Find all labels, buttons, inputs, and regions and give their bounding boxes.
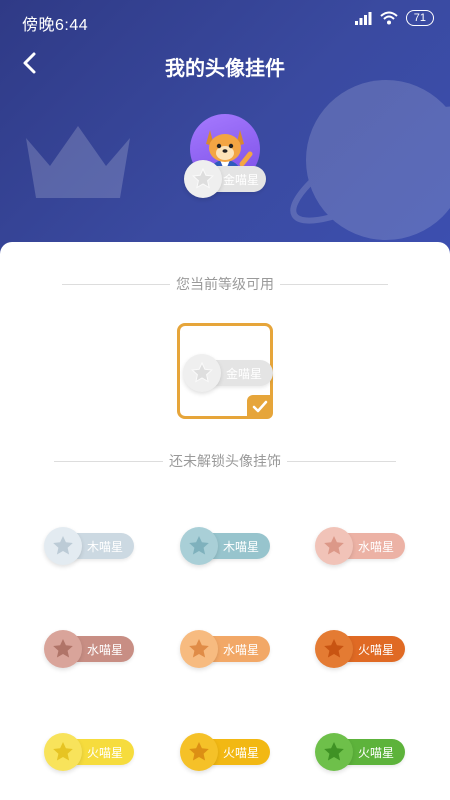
nav-header: 我的头像挂件	[0, 40, 450, 88]
badge-label: 火喵星	[357, 642, 394, 657]
badge-circle	[44, 527, 82, 565]
locked-pendant-badge[interactable]: 水喵星	[315, 527, 407, 565]
star-icon	[189, 742, 209, 761]
locked-pendant-badge[interactable]: 火喵星	[180, 733, 272, 771]
crown-decoration-icon	[26, 126, 130, 198]
badge-circle	[180, 630, 218, 668]
star-icon	[192, 167, 214, 189]
locked-pendant-badge[interactable]: 水喵星	[180, 630, 272, 668]
badge-label: 水喵星	[357, 539, 394, 554]
star-icon	[53, 536, 73, 555]
selected-pendant-card[interactable]: 金喵星	[177, 323, 273, 419]
current-avatar-badge: 金喵星	[184, 160, 266, 198]
badge-label: 火喵星	[222, 745, 259, 760]
divider-line	[54, 460, 163, 462]
badge-label: 水喵星	[222, 642, 259, 657]
badge-circle	[44, 733, 82, 771]
locked-pendant-badge[interactable]: 火喵星	[315, 733, 407, 771]
star-icon	[189, 639, 209, 658]
badge-label: 水喵星	[86, 642, 123, 657]
star-icon	[324, 639, 344, 658]
badge-circle	[315, 527, 353, 565]
status-time: 傍晚6:44	[22, 17, 89, 34]
page-title: 我的头像挂件	[165, 58, 285, 80]
divider-line	[280, 283, 388, 285]
available-heading: 您当前等级可用	[62, 274, 388, 294]
battery-indicator: 71	[405, 10, 434, 26]
locked-pendant-badge[interactable]: 火喵星	[315, 630, 407, 668]
star-icon	[53, 639, 73, 658]
badge-label: 木喵星	[86, 539, 123, 554]
selected-check-icon	[247, 395, 273, 419]
badge-circle	[315, 733, 353, 771]
locked-pendant-badge[interactable]: 木喵星	[180, 527, 272, 565]
badge-label: 金喵星	[222, 172, 259, 187]
badge-circle	[184, 160, 222, 198]
star-icon	[324, 742, 344, 761]
badge-label: 木喵星	[222, 539, 259, 554]
signal-icon	[354, 12, 372, 25]
locked-pendant-badge[interactable]: 水喵星	[44, 630, 136, 668]
badge-label: 火喵星	[357, 745, 394, 760]
divider-line	[287, 460, 396, 462]
star-icon	[53, 742, 73, 761]
badge-circle	[315, 630, 353, 668]
locked-heading-text: 还未解锁头像挂饰	[169, 453, 281, 469]
star-icon	[324, 536, 344, 555]
header-banner: 傍晚6:44 71 我的头像挂件 金喵星	[0, 0, 450, 260]
locked-pendant-badge[interactable]: 火喵星	[44, 733, 136, 771]
badge-circle	[180, 733, 218, 771]
badge-circle	[44, 630, 82, 668]
badge-circle	[183, 354, 221, 392]
status-bar: 傍晚6:44 71	[0, 0, 450, 40]
divider-line	[62, 283, 170, 285]
badge-circle	[180, 527, 218, 565]
badge-label: 金喵星	[225, 366, 262, 381]
locked-pendant-badge[interactable]: 木喵星	[44, 527, 136, 565]
available-badge: 金喵星	[183, 354, 273, 392]
badge-label: 火喵星	[86, 745, 123, 760]
star-icon	[189, 536, 209, 555]
locked-heading: 还未解锁头像挂饰	[54, 451, 396, 471]
available-heading-text: 您当前等级可用	[176, 276, 274, 292]
star-icon	[191, 361, 213, 383]
wifi-icon	[380, 11, 398, 25]
